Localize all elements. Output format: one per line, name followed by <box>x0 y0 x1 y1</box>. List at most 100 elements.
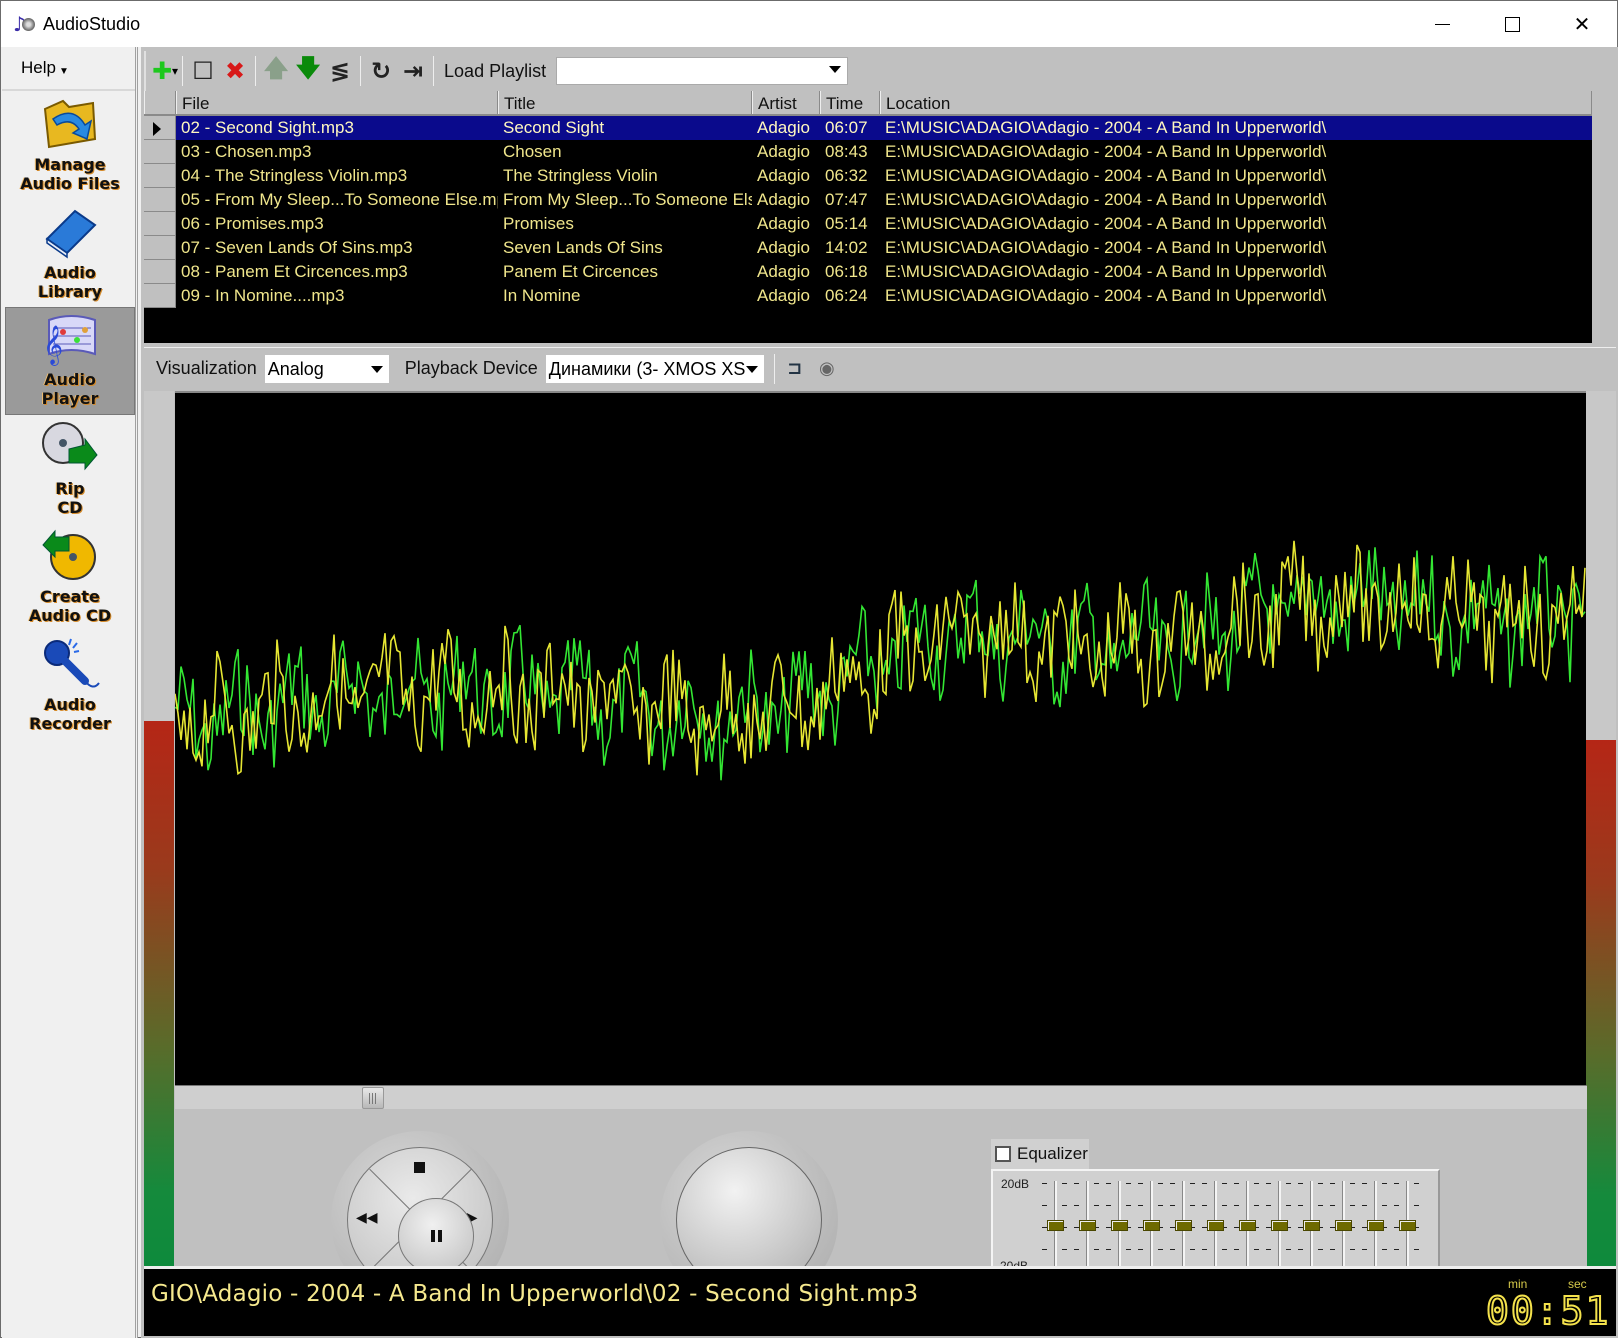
eq-slider-thumb[interactable] <box>1367 1220 1384 1231</box>
title-bar: ♪ AudioStudio ✕ <box>1 1 1617 47</box>
sidebar-item-audio-library[interactable]: Audio Library <box>5 199 135 307</box>
column-header-artist[interactable]: Artist <box>752 91 820 114</box>
minimize-button[interactable] <box>1407 1 1477 47</box>
maximize-icon <box>1504 16 1520 32</box>
current-row-arrow-icon <box>153 122 161 136</box>
eq-slider-thumb[interactable] <box>1175 1220 1192 1231</box>
sidebar-item-audio-recorder[interactable]: Audio Recorder <box>5 631 135 739</box>
sidebar-item-create-audio-cd[interactable]: Create Audio CD <box>5 523 135 631</box>
waveform-svg <box>175 540 1586 781</box>
sidebar-item-label: Rip CD <box>55 479 85 517</box>
grid-scrollbar[interactable] <box>1592 91 1614 343</box>
move-up-button[interactable]: 🡅 <box>260 54 292 87</box>
cell-file: 02 - Second Sight.mp3 <box>176 116 498 140</box>
column-header-file[interactable]: File <box>176 91 498 114</box>
stop-icon <box>414 1162 425 1173</box>
seek-bar[interactable] <box>175 1085 1587 1109</box>
cell-location: E:\MUSIC\ADAGIO\Adagio - 2004 - A Band I… <box>885 214 1327 233</box>
eq-slider-thumb[interactable] <box>1239 1220 1256 1231</box>
repeat-button[interactable]: ↻ <box>365 55 397 87</box>
shuffle-button[interactable]: ≶ <box>324 55 356 87</box>
cd-burn-icon <box>39 527 101 585</box>
eq-slider-thumb[interactable] <box>1207 1220 1224 1231</box>
pin-icon: ⊐ <box>787 358 803 379</box>
add-dropdown-icon[interactable]: ▾ <box>172 64 178 78</box>
table-row[interactable]: 02 - Second Sight.mp3 Second Sight Adagio 0… <box>144 116 1592 140</box>
speaker-settings-button[interactable]: ◉ <box>811 353 843 385</box>
column-header-location[interactable]: Location <box>880 91 1592 114</box>
eq-slider-thumb[interactable] <box>1399 1220 1416 1231</box>
load-playlist-select[interactable] <box>556 57 849 85</box>
visualization-value: Analog <box>267 358 324 379</box>
visualization-label: Visualization <box>156 358 257 378</box>
row-indicator <box>144 116 176 140</box>
sidebar-item-label: Manage Audio Files <box>20 155 120 193</box>
column-header-title[interactable]: Title <box>498 91 752 114</box>
chevron-down-icon: ▼ <box>58 65 69 77</box>
move-down-button[interactable]: 🡇 <box>292 54 324 87</box>
table-row[interactable]: 05 - From My Sleep...To Someone Else.mp3… <box>144 188 1592 212</box>
toolbar-separator <box>433 56 435 86</box>
cell-file: 04 - The Stringless Violin.mp3 <box>181 166 408 185</box>
arrow-up-icon: 🡅 <box>263 53 289 82</box>
select-none-button[interactable]: ☐ <box>187 55 219 87</box>
eq-slider-thumb[interactable] <box>1047 1220 1064 1231</box>
chevron-down-icon <box>745 365 758 373</box>
eq-max-label: 20dB <box>1001 1177 1030 1191</box>
table-row[interactable]: 06 - Promises.mp3 Promises Adagio 05:14 E:\M… <box>144 212 1592 236</box>
cd-rip-icon <box>39 419 101 477</box>
now-playing-display: GIO\Adagio - 2004 - A Band In Upperworld… <box>144 1266 1616 1336</box>
pause-button[interactable] <box>398 1198 474 1274</box>
sidebar-item-audio-player[interactable]: 𝄞 Audio Player <box>5 307 135 415</box>
table-row[interactable]: 08 - Panem Et Circences.mp3 Panem Et Circ… <box>144 260 1592 284</box>
sidebar-item-rip-cd[interactable]: Rip CD <box>5 415 135 523</box>
repeat-icon: ↻ <box>370 57 392 85</box>
vu-meter-right-level <box>1586 739 1616 1309</box>
table-row[interactable]: 03 - Chosen.mp3 Chosen Adagio 08:43 E:\MUSIC… <box>144 140 1592 164</box>
eq-slider-thumb[interactable] <box>1079 1220 1096 1231</box>
close-button[interactable]: ✕ <box>1547 1 1617 47</box>
playback-device-select[interactable]: Динамики (3- XMOS XS <box>545 354 764 383</box>
cell-time: 08:43 <box>825 142 868 161</box>
toolbar-separator <box>360 56 362 86</box>
row-indicator <box>144 164 176 188</box>
checkbox-icon: ☐ <box>192 57 214 85</box>
eq-slider-thumb[interactable] <box>1303 1220 1320 1231</box>
cell-artist: Adagio <box>752 116 820 140</box>
elapsed-time-display: min sec 00:51 <box>1485 1277 1609 1333</box>
cell-artist: Adagio <box>757 262 810 281</box>
cell-file: 06 - Promises.mp3 <box>181 214 324 233</box>
pin-button[interactable]: ⊐ <box>779 353 811 385</box>
sidebar: Help ▼ Manage Audio Files Audio Library 𝄞 Aud… <box>2 47 138 1338</box>
playlist-grid: File Title Artist Time Location 02 - Sec… <box>144 91 1592 343</box>
eq-slider-thumb[interactable] <box>1143 1220 1160 1231</box>
eq-slider-thumb[interactable] <box>1111 1220 1128 1231</box>
oscilloscope-display <box>175 391 1587 1085</box>
visualization-select[interactable]: Analog <box>264 354 389 383</box>
equalizer-toggle[interactable]: Equalizer <box>991 1139 1089 1169</box>
table-row[interactable]: 09 - In Nomine....mp3 In Nomine Adagio 06:2… <box>144 284 1592 308</box>
stop-button[interactable] <box>414 1162 425 1173</box>
sidebar-item-manage-audio-files[interactable]: Manage Audio Files <box>5 91 135 199</box>
book-icon <box>39 203 101 261</box>
playlist-toolbar: ✚ ▾ ☐ ✖ 🡅 🡇 ≶ ↻ ⇥ Load Playlist <box>144 51 1616 91</box>
remove-button[interactable]: ✖ <box>219 55 251 87</box>
seek-thumb[interactable] <box>361 1087 384 1109</box>
continue-button[interactable]: ⇥ <box>397 55 429 87</box>
equalizer-checkbox[interactable] <box>995 1146 1011 1162</box>
load-playlist-label: Load Playlist <box>444 60 547 81</box>
player-toolbar: Visualization Analog Playback Device Дин… <box>144 347 1616 389</box>
table-row[interactable]: 07 - Seven Lands Of Sins.mp3 Seven Lands … <box>144 236 1592 260</box>
help-menu[interactable]: Help ▼ <box>2 47 135 91</box>
visualization-area: ◀◀ ▶▶ Equalizer <box>144 391 1616 1309</box>
svg-text:𝄞: 𝄞 <box>43 325 63 366</box>
rewind-button[interactable]: ◀◀ <box>356 1210 378 1226</box>
table-row[interactable]: 04 - The Stringless Violin.mp3 The String… <box>144 164 1592 188</box>
column-header-time[interactable]: Time <box>820 91 880 114</box>
sidebar-item-label: Audio Library <box>37 263 103 301</box>
cell-artist: Adagio <box>757 238 810 257</box>
eq-slider-thumb[interactable] <box>1271 1220 1288 1231</box>
cell-artist: Adagio <box>757 142 810 161</box>
maximize-button[interactable] <box>1477 1 1547 47</box>
eq-slider-thumb[interactable] <box>1335 1220 1352 1231</box>
